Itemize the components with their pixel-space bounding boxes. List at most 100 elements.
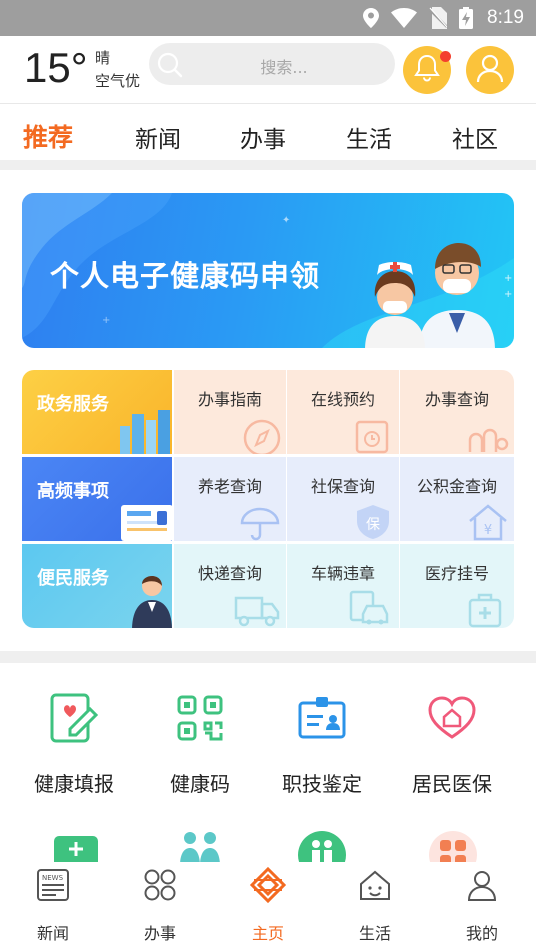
nav-life[interactable]: 生活 xyxy=(335,862,415,944)
service-medical-appointment[interactable]: 医疗挂号 xyxy=(400,544,514,628)
document-icon xyxy=(121,505,172,541)
qr-code-icon xyxy=(170,688,230,748)
bell-icon xyxy=(414,54,440,86)
service-agent-illustration xyxy=(132,576,172,628)
service-social-security[interactable]: 社保查询 保 xyxy=(287,457,399,541)
service-grid: 政务服务 办事指南 在线预约 办事查询 高频事项 养老查询 社保查询 保 公积金… xyxy=(22,370,514,628)
category-tabs: 推荐 新闻 办事 生活 社区 xyxy=(0,104,536,160)
umbrella-icon xyxy=(240,507,280,541)
compass-icon xyxy=(243,419,281,454)
service-housing-fund[interactable]: 公积金查询 ¥ xyxy=(400,457,514,541)
status-bar: 8:19 xyxy=(0,0,536,36)
no-sim-icon xyxy=(429,7,448,29)
doctor-nurse-illustration xyxy=(365,243,495,348)
svg-text:¥: ¥ xyxy=(484,523,492,538)
svg-text:NEWS: NEWS xyxy=(42,874,64,882)
nav-label: 我的 xyxy=(465,924,498,943)
air-quality: 空气优 xyxy=(95,72,141,90)
service-label: 养老查询 xyxy=(197,477,262,496)
tab-news[interactable]: 新闻 xyxy=(135,120,181,154)
person-icon xyxy=(442,864,522,906)
category-label: 便民服务 xyxy=(37,568,109,589)
house-icon xyxy=(335,864,415,906)
quick-label: 健康码 xyxy=(170,772,230,796)
service-label: 办事指南 xyxy=(197,390,262,409)
temperature: 15° xyxy=(24,44,88,91)
nav-label: 办事 xyxy=(143,924,176,943)
service-label: 在线预约 xyxy=(310,390,375,409)
nav-home[interactable]: 主页 xyxy=(228,862,308,944)
section-divider xyxy=(0,651,536,663)
quick-label: 健康填报 xyxy=(34,772,114,796)
category-label: 政务服务 xyxy=(37,394,109,415)
service-row-frequent: 高频事项 养老查询 社保查询 保 公积金查询 ¥ xyxy=(22,457,514,541)
tab-recommend[interactable]: 推荐 xyxy=(23,118,73,154)
community-icon[interactable] xyxy=(297,830,347,862)
newspaper-icon: NEWS xyxy=(13,864,93,906)
wifi-icon xyxy=(391,8,418,28)
notification-button[interactable] xyxy=(403,46,451,94)
quick-health-report[interactable]: 健康填报 xyxy=(14,688,134,797)
category-convenience[interactable]: 便民服务 xyxy=(22,544,172,628)
grid-icon xyxy=(120,864,200,906)
health-report-icon xyxy=(44,688,104,748)
search-doc-icon xyxy=(468,428,509,452)
header: 15° 晴 空气优 搜索... xyxy=(0,36,536,104)
quick-label: 职技鉴定 xyxy=(282,772,362,796)
location-icon xyxy=(363,8,380,28)
section-divider xyxy=(0,160,536,170)
user-icon xyxy=(475,53,505,87)
heart-home-icon xyxy=(422,688,482,748)
tab-services[interactable]: 办事 xyxy=(240,120,286,154)
health-code-banner[interactable]: ✦ + + + 个人电子健康码申领 xyxy=(22,193,514,348)
service-query[interactable]: 办事查询 xyxy=(400,370,514,454)
medical-case-icon[interactable] xyxy=(52,832,100,862)
service-label: 医疗挂号 xyxy=(424,564,489,583)
category-frequent-items[interactable]: 高频事项 xyxy=(22,457,172,541)
service-express-query[interactable]: 快递查询 xyxy=(174,544,286,628)
category-gov-services[interactable]: 政务服务 xyxy=(22,370,172,454)
home-logo-icon xyxy=(228,864,308,906)
service-online-booking[interactable]: 在线预约 xyxy=(287,370,399,454)
service-label: 车辆违章 xyxy=(310,564,375,583)
house-yuan-icon: ¥ xyxy=(469,504,507,541)
service-label: 快递查询 xyxy=(197,564,262,583)
nav-label: 新闻 xyxy=(36,924,69,943)
weather-condition: 晴 xyxy=(95,49,111,67)
bottom-navigation: NEWS 新闻 办事 主页 生活 我的 xyxy=(0,862,536,952)
nav-label: 主页 xyxy=(251,924,284,943)
calendar-clock-icon xyxy=(355,420,389,454)
quick-resident-insurance[interactable]: 居民医保 xyxy=(392,688,512,797)
nav-news[interactable]: NEWS 新闻 xyxy=(13,862,93,944)
medical-kit-icon xyxy=(468,593,502,628)
truck-icon xyxy=(234,596,280,627)
service-row-gov: 政务服务 办事指南 在线预约 办事查询 xyxy=(22,370,514,454)
tab-community[interactable]: 社区 xyxy=(452,120,498,154)
svg-text:保: 保 xyxy=(366,517,380,533)
id-card-icon xyxy=(292,688,352,748)
user-avatar-button[interactable] xyxy=(466,46,514,94)
service-pension-query[interactable]: 养老查询 xyxy=(174,457,286,541)
service-guide[interactable]: 办事指南 xyxy=(174,370,286,454)
quick-label: 居民医保 xyxy=(412,772,492,796)
svg-text:+: + xyxy=(102,315,110,326)
svg-text:✦: ✦ xyxy=(282,215,290,226)
search-placeholder: 搜索... xyxy=(260,58,308,77)
notification-dot xyxy=(440,51,451,62)
service-label: 社保查询 xyxy=(310,477,375,496)
car-clipboard-icon xyxy=(349,590,389,625)
clock: 8:19 xyxy=(487,7,524,28)
service-row-convenience: 便民服务 快递查询 车辆违章 医疗挂号 xyxy=(22,544,514,628)
family-icon[interactable] xyxy=(176,830,224,862)
quick-health-code[interactable]: 健康码 xyxy=(140,688,260,797)
apps-icon[interactable] xyxy=(428,830,478,862)
battery-icon xyxy=(459,7,474,29)
service-traffic-violation[interactable]: 车辆违章 xyxy=(287,544,399,628)
tab-life[interactable]: 生活 xyxy=(346,120,392,154)
nav-services[interactable]: 办事 xyxy=(120,862,200,944)
search-input[interactable]: 搜索... xyxy=(149,43,395,85)
nav-mine[interactable]: 我的 xyxy=(442,862,522,944)
quick-skill-certification[interactable]: 职技鉴定 xyxy=(262,688,382,797)
category-label: 高频事项 xyxy=(37,481,109,502)
nav-label: 生活 xyxy=(358,924,391,943)
